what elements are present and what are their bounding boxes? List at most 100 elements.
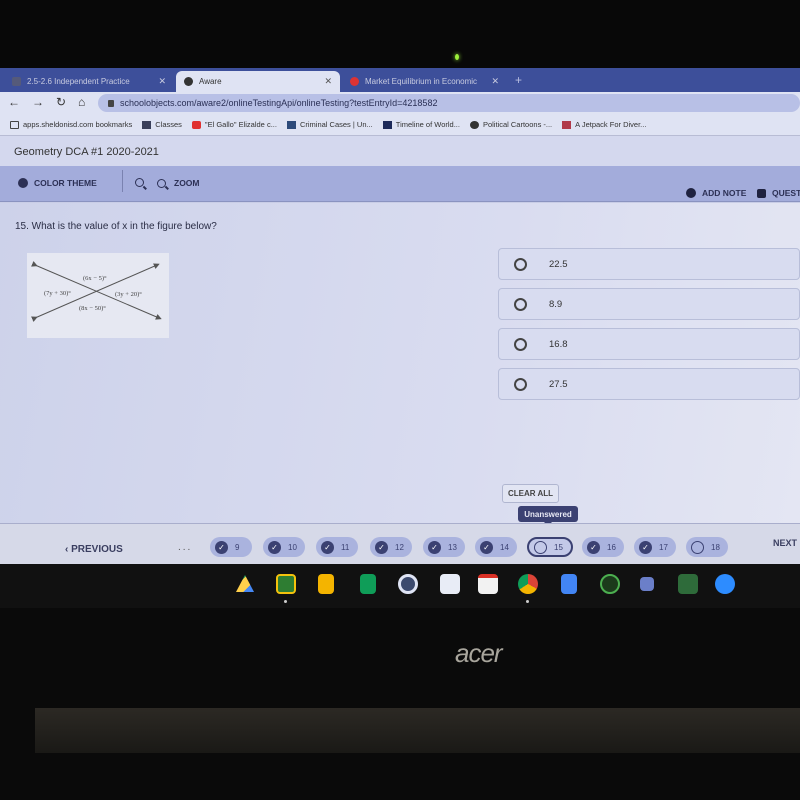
question-pill-14[interactable]: ✓ 14 [475, 537, 517, 557]
choice-label: 8.9 [549, 298, 563, 310]
question-number: 16 [607, 542, 616, 552]
laptop-bezel-top [0, 0, 800, 68]
close-icon[interactable]: ✕ [324, 76, 332, 87]
answer-choice[interactable]: 27.5 [498, 368, 800, 400]
radio-button[interactable] [514, 297, 527, 311]
zoom-icon[interactable] [715, 574, 735, 594]
bookmark-folder[interactable]: apps.sheldonisd.com bookmarks [10, 120, 132, 129]
google-sheets-icon[interactable] [360, 574, 376, 594]
back-icon[interactable]: ← [8, 95, 20, 109]
question-pill-10[interactable]: ✓ 10 [263, 537, 305, 557]
close-icon[interactable]: ✕ [491, 76, 499, 87]
question-pill-15[interactable]: 15 [527, 537, 573, 557]
answer-choice[interactable]: 16.8 [498, 328, 800, 360]
question-number: 10 [288, 542, 297, 552]
desmos-icon[interactable] [678, 574, 698, 594]
radio-button[interactable] [514, 377, 527, 391]
answer-choice[interactable]: 8.9 [498, 288, 800, 320]
bookmark-label: "El Gallo" Elizalde c... [204, 120, 277, 129]
close-icon[interactable]: ✕ [158, 76, 166, 87]
bookmark-icon [757, 188, 766, 198]
radio-button[interactable] [514, 337, 527, 351]
image-icon [562, 120, 572, 129]
answer-choice[interactable]: 22.5 [498, 248, 800, 280]
choice-label: 27.5 [549, 378, 568, 390]
folder-icon [10, 120, 19, 129]
url-input[interactable]: schoolobjects.com/aware2/onlineTestingAp… [98, 94, 800, 112]
address-bar-row: ← → ↻ ⌂ schoolobjects.com/aware2/onlineT… [0, 92, 800, 114]
question-area: 15. What is the value of x in the figure… [0, 203, 800, 523]
question-number: 15 [554, 542, 563, 552]
app-icon[interactable] [640, 577, 654, 591]
bookmark-label: Classes [155, 120, 182, 129]
question-number: 11 [341, 542, 350, 552]
bookmark-jetpack[interactable]: A Jetpack For Diver... [562, 120, 646, 129]
bookmark-label: apps.sheldonisd.com bookmarks [23, 120, 133, 129]
question-pill-13[interactable]: ✓ 13 [423, 537, 465, 557]
more-questions-ellipsis[interactable]: ... [178, 542, 192, 553]
zoom-in-button[interactable]: ZOOM [157, 178, 200, 188]
globe-icon [469, 120, 479, 129]
bookmark-timeline[interactable]: Timeline of World... [382, 120, 460, 129]
unanswered-icon [691, 540, 704, 554]
forward-icon[interactable]: → [32, 95, 44, 109]
tab-independent-practice[interactable]: 2.5-2.6 Independent Practice ✕ [4, 71, 174, 92]
question-number: 17 [659, 542, 668, 552]
angle-label-bottom: (8x − 50)° [79, 305, 106, 312]
question-pill-17[interactable]: ✓ 17 [634, 537, 676, 557]
screen: 2.5-2.6 Independent Practice ✕ Aware ✕ M… [0, 68, 800, 608]
question-pill-11[interactable]: ✓ 11 [316, 537, 358, 557]
zoom-out-button[interactable] [135, 178, 144, 187]
brand-logo: acer [455, 638, 503, 668]
question-pill-16[interactable]: ✓ 16 [582, 537, 624, 557]
question-number: 12 [395, 542, 404, 552]
next-button[interactable]: NEXT [773, 538, 797, 548]
angle-label-top: (6x − 5)° [83, 275, 107, 282]
test-toolbar: COLOR THEME ZOOM ADD NOTE QUEST [0, 166, 800, 202]
question-pill-18[interactable]: 18 [686, 537, 728, 557]
red-app-icon [350, 77, 359, 86]
tab-market-equilibrium[interactable]: Market Equilibrium in Economic ✕ [342, 71, 507, 92]
add-note-button[interactable]: ADD NOTE [686, 188, 746, 198]
home-icon[interactable]: ⌂ [78, 95, 85, 109]
url-text: schoolobjects.com/aware2/onlineTestingAp… [120, 98, 438, 108]
check-icon: ✓ [375, 540, 388, 554]
bookmark-criminal-cases[interactable]: Criminal Cases | Un... [286, 120, 373, 129]
google-slides-icon[interactable] [318, 574, 334, 594]
gmail-icon[interactable] [478, 574, 498, 594]
question-pill-12[interactable]: ✓ 12 [370, 537, 412, 557]
bookmark-political-cartoons[interactable]: Political Cartoons -... [469, 120, 552, 129]
youtube-icon [191, 120, 201, 129]
question-button[interactable]: QUEST [757, 188, 800, 198]
google-drive-icon[interactable] [236, 575, 254, 592]
voice-icon[interactable] [600, 574, 620, 594]
bookmark-el-gallo[interactable]: "El Gallo" Elizalde c... [191, 120, 277, 129]
google-docs-icon[interactable] [561, 574, 577, 594]
bookmark-classes[interactable]: Classes [142, 120, 182, 129]
camera-icon[interactable] [398, 574, 418, 594]
color-theme-button[interactable]: COLOR THEME [18, 178, 97, 188]
bookmarks-bar: apps.sheldonisd.com bookmarks Classes "E… [0, 114, 800, 136]
chrome-icon[interactable] [518, 574, 538, 594]
tab-label: Market Equilibrium in Economic [365, 77, 478, 86]
question-pill-9[interactable]: ✓ 9 [210, 537, 252, 557]
tab-aware[interactable]: Aware ✕ [176, 71, 340, 92]
previous-button[interactable]: ‹ PREVIOUS [65, 544, 123, 555]
clear-all-button[interactable]: CLEAR ALL [502, 484, 559, 503]
page-icon [286, 120, 296, 129]
tab-label: 2.5-2.6 Independent Practice [27, 77, 130, 86]
intersecting-lines-diagram: (6x − 5)° (7y + 30)° (3y + 20)° (8x − 50… [31, 261, 162, 322]
page-icon [382, 120, 392, 129]
app-icon[interactable] [440, 574, 460, 594]
radio-button[interactable] [514, 257, 527, 271]
google-classroom-icon[interactable] [276, 574, 296, 594]
angle-label-left: (7y + 30)° [44, 290, 71, 297]
new-tab-button[interactable]: + [515, 73, 522, 87]
check-icon: ✓ [428, 540, 441, 554]
question-number: 18 [711, 542, 720, 552]
reload-icon[interactable]: ↻ [56, 95, 66, 109]
tab-label: Aware [199, 77, 222, 86]
question-label: QUEST [772, 188, 800, 198]
question-number: 9 [235, 542, 240, 552]
question-number: 13 [448, 542, 457, 552]
